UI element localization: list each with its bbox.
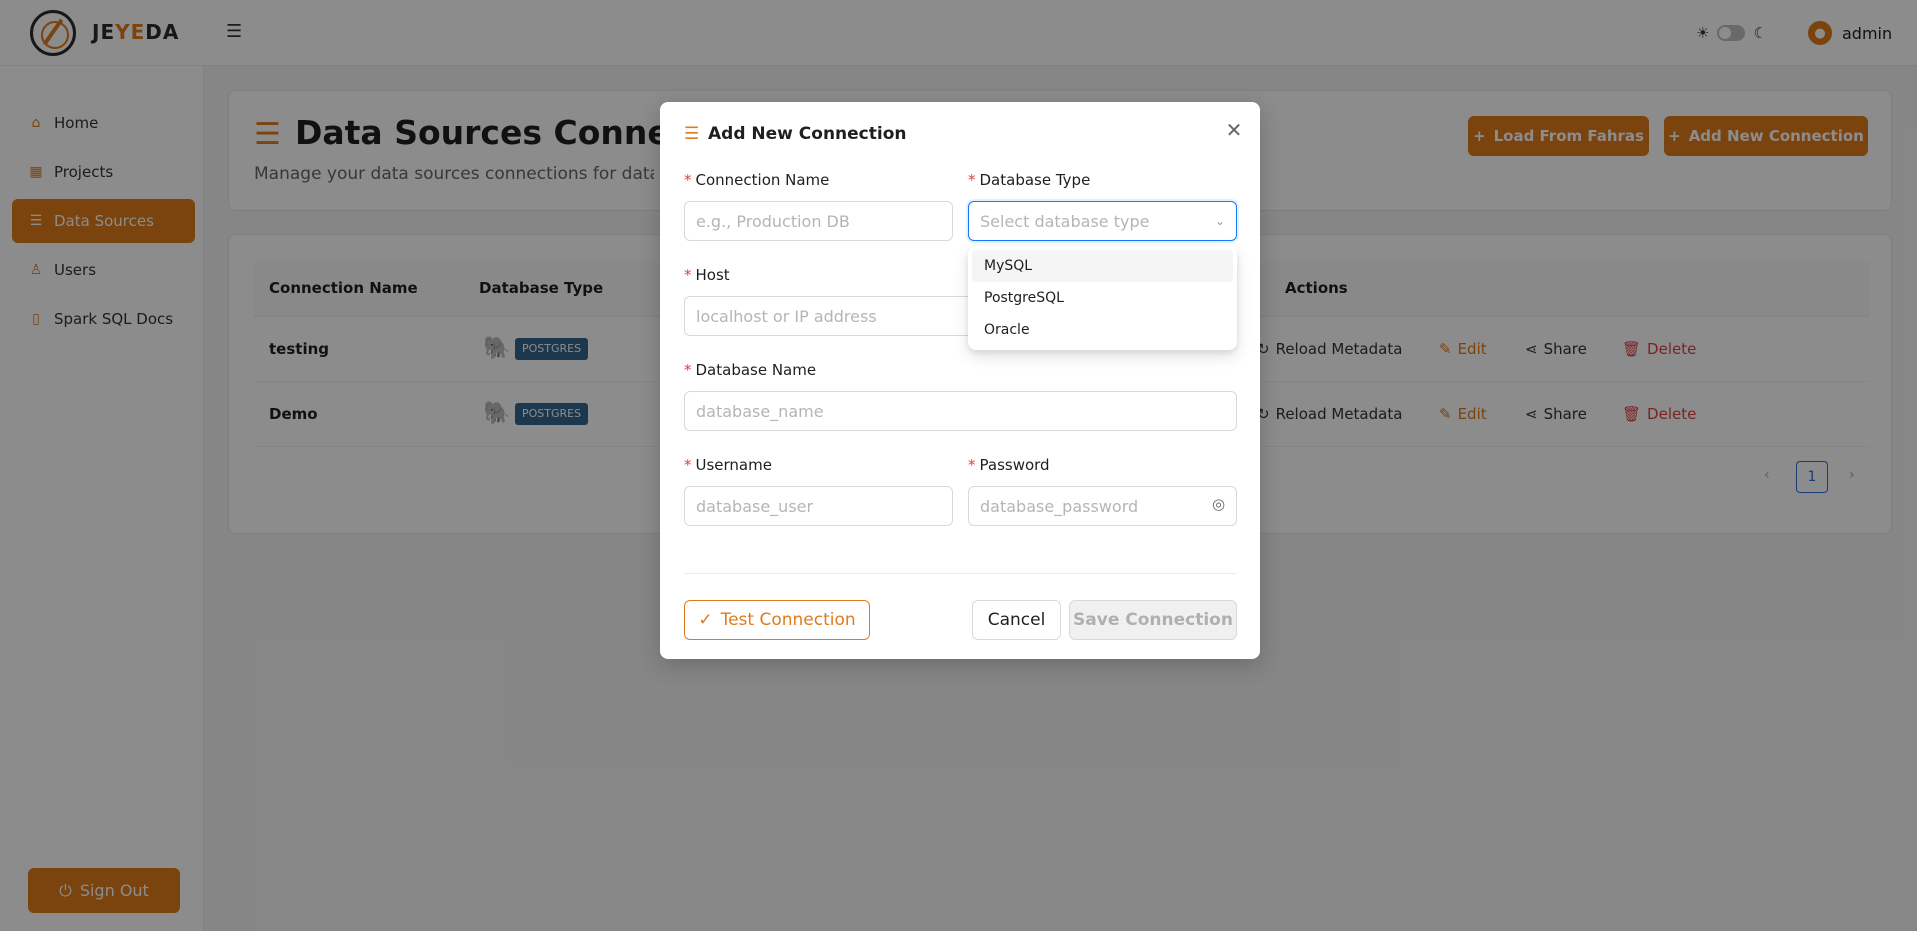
required-mark: * [968, 456, 976, 474]
database-type-select[interactable]: Select database type ⌄ [968, 201, 1237, 241]
label-text: Database Name [695, 361, 817, 379]
label-text: Username [695, 456, 772, 474]
password-input[interactable] [968, 486, 1237, 526]
test-button-label: Test Connection [720, 610, 856, 630]
modal-title: Add New Connection [708, 124, 907, 144]
host-label: * Host [684, 266, 730, 284]
required-mark: * [684, 456, 692, 474]
close-icon[interactable]: ✕ [1221, 117, 1247, 143]
required-mark: * [684, 361, 692, 379]
option-oracle[interactable]: Oracle [972, 314, 1233, 346]
username-label: * Username [684, 456, 772, 474]
footer-divider [684, 573, 1237, 574]
chevron-down-icon: ⌄ [1214, 214, 1225, 228]
label-text: Connection Name [695, 171, 830, 189]
database-icon: ☰ [684, 124, 700, 144]
cancel-button[interactable]: Cancel [972, 600, 1061, 640]
database-type-label: * Database Type [968, 171, 1090, 189]
check-circle-icon: ✓ [698, 610, 713, 630]
database-name-label: * Database Name [684, 361, 816, 379]
database-type-dropdown: MySQL PostgreSQL Oracle [968, 246, 1237, 350]
option-mysql[interactable]: MySQL [972, 250, 1233, 282]
connection-name-input[interactable] [684, 201, 953, 241]
label-text: Database Type [979, 171, 1091, 189]
label-text: Password [979, 456, 1050, 474]
connection-name-label: * Connection Name [684, 171, 829, 189]
required-mark: * [968, 171, 976, 189]
password-label: * Password [968, 456, 1050, 474]
save-connection-button[interactable]: Save Connection [1069, 600, 1237, 640]
label-text: Host [695, 266, 730, 284]
username-input[interactable] [684, 486, 953, 526]
app-root: JEYEDA ☰ ☀ ☾ ● admin ⌂ Home ▦ Projects ☰… [0, 0, 1917, 931]
required-mark: * [684, 171, 692, 189]
option-postgresql[interactable]: PostgreSQL [972, 282, 1233, 314]
test-connection-button[interactable]: ✓ Test Connection [684, 600, 870, 640]
required-mark: * [684, 266, 692, 284]
eye-invisible-icon[interactable]: ◎ [1212, 495, 1225, 513]
add-connection-modal: ☰ Add New Connection ✕ * Connection Name … [660, 102, 1260, 659]
database-name-input[interactable] [684, 391, 1237, 431]
select-placeholder: Select database type [980, 211, 1150, 231]
